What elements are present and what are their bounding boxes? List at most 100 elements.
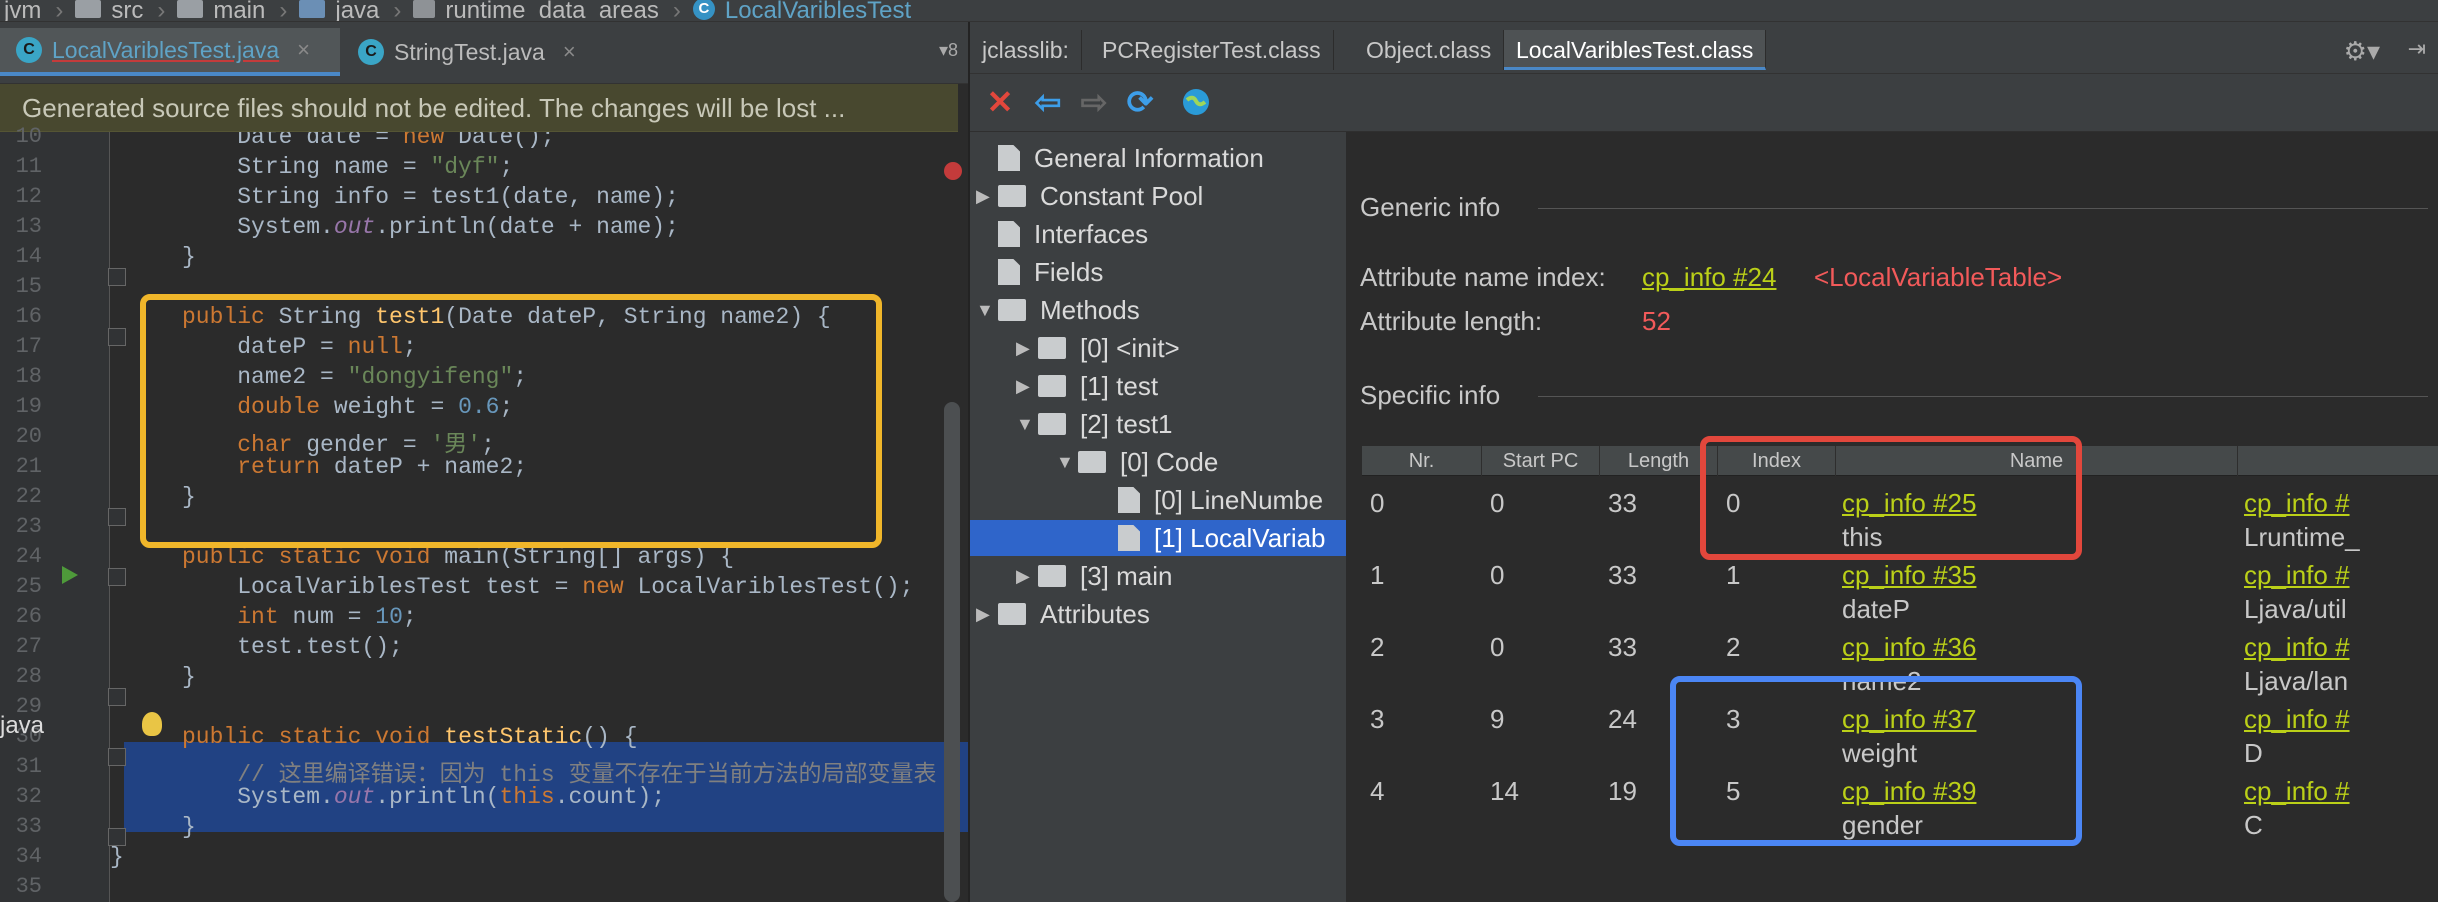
expand-arrow-icon[interactable]: ▶ [976, 186, 998, 207]
expand-arrow-icon[interactable]: ▶ [976, 604, 998, 625]
run-icon[interactable] [62, 566, 78, 584]
folder-icon [1078, 451, 1106, 473]
breadcrumb-item-main[interactable]: main › [173, 0, 295, 21]
expand-arrow-icon[interactable]: ▶ [1016, 376, 1038, 397]
fold-marker[interactable] [108, 688, 126, 706]
fold-marker[interactable] [108, 828, 126, 846]
cell-name-link[interactable]: cp_info #36 [1842, 632, 1976, 663]
cell-nr: 1 [1370, 560, 1385, 590]
breadcrumb-item-src[interactable]: src › [71, 0, 173, 22]
tree-node-label: [2] test1 [1080, 408, 1173, 439]
tree-node-label: General Information [1034, 142, 1264, 173]
tree-node-constant-pool[interactable]: ▶ Constant Pool [976, 178, 1346, 214]
close-icon[interactable]: × [563, 39, 576, 65]
jclasslib-tab-object[interactable]: Object.class [1354, 30, 1505, 70]
column-header-start-pc[interactable]: Start PC [1482, 446, 1600, 476]
tree-node-method-main[interactable]: ▶ [3] main [1016, 558, 1346, 594]
attr-name-index-link[interactable]: cp_info #24 [1642, 262, 1776, 293]
tree-node-fields[interactable]: Fields [976, 254, 1346, 290]
fold-marker[interactable] [108, 568, 126, 586]
tree-node-attributes[interactable]: ▶ Attributes [976, 596, 1346, 632]
tree-node-line-number-table[interactable]: [0] LineNumbe [1096, 482, 1346, 518]
tree-node-method-init[interactable]: ▶ [0] <init> [1016, 330, 1346, 366]
cell-nr: 4 [1370, 776, 1385, 806]
error-indicator-icon[interactable] [944, 162, 962, 180]
forward-icon[interactable]: ⇨ [1076, 84, 1112, 120]
collapse-arrow-icon[interactable]: ▼ [1056, 452, 1078, 473]
tree-node-code[interactable]: ▼ [0] Code [1056, 444, 1346, 480]
line-number: 10 [15, 124, 42, 149]
tree-node-local-variable-table[interactable]: [1] LocalVariab [970, 520, 1346, 556]
expand-arrow-icon[interactable]: ▶ [1016, 566, 1038, 587]
editor-tab-localvariblestest[interactable]: C LocalVariblesTest.java × [0, 28, 340, 76]
tab-overflow-button[interactable]: ▾8 [939, 40, 958, 61]
breadcrumb-label: runtime_data_areas [445, 0, 659, 22]
close-icon[interactable]: ✕ [982, 84, 1018, 120]
tree-node-method-test1[interactable]: ▼ [2] test1 [1016, 406, 1346, 442]
editor-scrollbar[interactable] [944, 402, 960, 902]
column-header-descriptor[interactable] [2238, 446, 2438, 476]
code-line: public static void testStatic() { [182, 724, 638, 750]
breadcrumb-label: LocalVariblesTest [724, 0, 912, 22]
close-icon[interactable]: × [297, 37, 310, 63]
line-number: 24 [15, 544, 42, 569]
breadcrumb-item-jvm[interactable]: jvm › [0, 0, 71, 21]
cell-descriptor-link[interactable]: cp_info # [2244, 776, 2350, 807]
cell-descriptor-link[interactable]: cp_info # [2244, 632, 2350, 663]
attr-name-index-label: Attribute name index: [1360, 262, 1606, 292]
line-number: 19 [15, 394, 42, 419]
cell-name: dateP [1842, 594, 1910, 624]
cell-name-link[interactable]: cp_info #35 [1842, 560, 1976, 591]
line-number: 28 [15, 664, 42, 689]
folder-icon [1038, 413, 1066, 435]
tree-node-method-test[interactable]: ▶ [1] test [1016, 368, 1346, 404]
cell-index: 1 [1726, 560, 1741, 590]
fold-marker[interactable] [108, 748, 126, 766]
jclasslib-tab-localvariblestest[interactable]: LocalVariblesTest.class [1504, 30, 1767, 70]
line-number: 25 [15, 574, 42, 599]
cell-start-pc: 0 [1490, 560, 1505, 590]
tree-node-interfaces[interactable]: Interfaces [976, 216, 1346, 252]
code-line: int num = 10; [237, 604, 417, 630]
collapse-arrow-icon[interactable]: ▼ [1016, 414, 1038, 435]
cell-descriptor-link[interactable]: cp_info # [2244, 560, 2350, 591]
cell-descriptor-link[interactable]: cp_info # [2244, 488, 2350, 519]
browser-icon[interactable] [1178, 84, 1214, 120]
cell-descriptor-link[interactable]: cp_info # [2244, 704, 2350, 735]
fold-marker[interactable] [108, 328, 126, 346]
code-line: String name = "dyf"; [182, 154, 514, 180]
line-number: 32 [15, 784, 42, 809]
cell-start-pc: 9 [1490, 704, 1505, 734]
hide-panel-icon[interactable]: ⇥ [2408, 36, 2426, 62]
tree-node-label: Attributes [1040, 598, 1150, 629]
cell-nr: 0 [1370, 488, 1385, 518]
cell-descriptor: Ljava/util [2244, 594, 2347, 624]
jclasslib-toolbar: ✕ ⇦ ⇨ ⟳ [970, 74, 2438, 132]
tree-node-label: [3] main [1080, 560, 1173, 591]
breadcrumb-item-class[interactable]: C LocalVariblesTest [689, 0, 919, 22]
tree-node-methods[interactable]: ▼ Methods [976, 292, 1346, 328]
folder-icon [75, 0, 102, 18]
breadcrumb-label: src [111, 0, 144, 22]
editor-tab-stringtest[interactable]: C StringTest.java × [342, 28, 598, 76]
tree-node-label: Methods [1040, 294, 1140, 325]
column-header-nr[interactable]: Nr. [1362, 446, 1482, 476]
breadcrumb-item-package[interactable]: runtime_data_areas › [409, 0, 688, 22]
refresh-icon[interactable]: ⟳ [1122, 84, 1158, 120]
jclasslib-tab-pcregistertest[interactable]: PCRegisterTest.class [1090, 30, 1334, 70]
tree-node-label: [0] Code [1120, 446, 1219, 477]
line-number: 18 [15, 364, 42, 389]
code-line: } [182, 664, 196, 690]
breadcrumb-item-java[interactable]: java › [295, 0, 409, 21]
fold-marker[interactable] [108, 508, 126, 526]
gear-icon[interactable]: ⚙▾ [2344, 36, 2380, 67]
lightbulb-icon[interactable] [142, 712, 162, 736]
attr-name-index-value: <LocalVariableTable> [1814, 262, 2063, 292]
tree-node-general-information[interactable]: General Information [976, 140, 1346, 176]
cell-index: 2 [1726, 632, 1741, 662]
collapse-arrow-icon[interactable]: ▼ [976, 300, 998, 321]
fold-marker[interactable] [108, 268, 126, 286]
attr-length-value: 52 [1642, 306, 1671, 336]
back-icon[interactable]: ⇦ [1030, 84, 1066, 120]
expand-arrow-icon[interactable]: ▶ [1016, 338, 1038, 359]
